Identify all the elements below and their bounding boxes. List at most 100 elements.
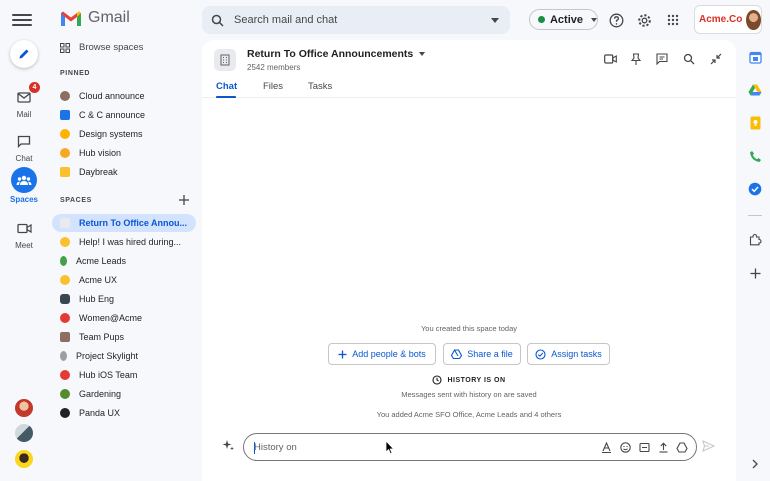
status-selector[interactable]: Active (529, 9, 598, 30)
space-emoji-icon (60, 167, 70, 177)
space-item[interactable]: Acme UX (52, 271, 196, 289)
rail-mail[interactable]: 4 Mail (0, 82, 48, 119)
mouse-pointer-icon (385, 440, 395, 455)
space-emoji-icon (60, 389, 70, 399)
space-item[interactable]: Women@Acme (52, 309, 196, 327)
search-in-space-icon[interactable] (682, 52, 696, 66)
spaces-people-icon (11, 167, 37, 193)
message-input[interactable] (254, 441, 600, 453)
space-emoji-icon (60, 351, 67, 361)
space-emoji-icon (60, 370, 70, 380)
keep-icon[interactable] (747, 115, 763, 131)
message-composer[interactable] (243, 433, 697, 461)
pinned-item[interactable]: Daybreak (52, 163, 196, 181)
rail-spaces[interactable]: Spaces (0, 167, 48, 204)
space-emoji-icon (60, 275, 70, 285)
rail-meet-label: Meet (15, 241, 33, 250)
space-emoji-icon (60, 294, 70, 304)
pinned-item[interactable]: C & C announce (52, 106, 196, 124)
contact-avatar-1[interactable] (15, 399, 33, 417)
contact-avatar-2[interactable] (15, 424, 33, 442)
space-item[interactable]: Help! I was hired during... (52, 233, 196, 251)
space-item[interactable]: Acme Leads (52, 252, 196, 270)
rail-meet[interactable]: Meet (0, 217, 48, 250)
browse-grid-icon (60, 42, 70, 53)
text-format-icon[interactable] (600, 441, 612, 453)
create-space-plus-icon[interactable] (178, 194, 190, 206)
status-dot (538, 16, 545, 23)
apps-grid-icon[interactable] (663, 10, 683, 30)
browse-spaces-label: Browse spaces (79, 42, 144, 53)
main-menu-icon[interactable] (12, 11, 32, 27)
chevron-down-icon (419, 52, 426, 57)
drive-icon[interactable] (747, 82, 763, 98)
share-file-button[interactable]: Share a file (443, 343, 521, 365)
expand-side-panel-chevron-icon[interactable] (747, 456, 763, 472)
pinned-item[interactable]: Cloud announce (52, 87, 196, 105)
ai-sparkle-icon[interactable] (222, 439, 235, 455)
drive-attach-icon[interactable] (676, 441, 688, 453)
drive-icon (451, 349, 463, 359)
help-icon[interactable] (606, 10, 626, 30)
space-item[interactable]: Hub iOS Team (52, 366, 196, 384)
emoji-icon[interactable] (619, 441, 631, 453)
mail-unread-badge: 4 (29, 82, 40, 93)
video-camera-icon (11, 217, 37, 239)
settings-gear-icon[interactable] (634, 10, 654, 30)
threads-icon[interactable] (655, 52, 669, 66)
task-check-icon (535, 348, 546, 360)
add-ons-puzzle-icon[interactable] (747, 231, 763, 247)
tasks-icon[interactable] (747, 181, 763, 197)
space-item[interactable]: Gardening (52, 385, 196, 403)
pinned-item[interactable]: Design systems (52, 125, 196, 143)
space-item-selected[interactable]: Return To Office Annou... (52, 214, 196, 232)
pin-icon[interactable] (629, 52, 643, 66)
search-icon[interactable] (202, 14, 232, 27)
pinned-header: PINNED (60, 70, 91, 77)
space-title[interactable]: Return To Office Announcements (247, 48, 426, 60)
space-item[interactable]: Team Pups (52, 328, 196, 346)
space-emoji-icon (60, 256, 67, 266)
search-options-icon[interactable] (491, 17, 499, 23)
account-switcher[interactable]: Acme.Co (694, 5, 762, 34)
tab-tasks[interactable]: Tasks (308, 81, 332, 92)
contact-avatar-3[interactable] (15, 450, 33, 468)
rail-mail-label: Mail (16, 110, 32, 119)
chat-icon (11, 130, 37, 152)
space-emoji-icon (60, 408, 70, 418)
gmail-logo[interactable]: Gmail (60, 9, 130, 27)
send-icon[interactable] (702, 439, 716, 455)
search-bar[interactable] (202, 6, 510, 34)
gif-icon[interactable] (638, 441, 650, 453)
account-avatar (746, 9, 761, 30)
video-call-icon[interactable] (603, 52, 617, 66)
assign-tasks-button[interactable]: Assign tasks (527, 343, 610, 365)
status-label: Active (549, 13, 583, 26)
tab-chat[interactable]: Chat (216, 81, 237, 92)
space-item[interactable]: Panda UX (52, 404, 196, 422)
calendar-icon[interactable] (747, 49, 763, 65)
add-people-bots-button[interactable]: Add people & bots (328, 343, 436, 365)
tab-files[interactable]: Files (263, 81, 283, 92)
voice-phone-icon[interactable] (747, 148, 763, 164)
space-item[interactable]: Hub Eng (52, 290, 196, 308)
history-status: HISTORY IS ON (202, 375, 736, 385)
member-count: 2542 members (247, 63, 301, 72)
compose-button[interactable] (10, 40, 38, 68)
spaces-sidebar: Browse spaces PINNED Cloud announce C & … (48, 40, 200, 481)
browse-spaces-link[interactable]: Browse spaces (60, 42, 143, 53)
get-add-ons-plus-icon[interactable] (747, 265, 763, 281)
search-input[interactable] (234, 14, 491, 26)
space-item[interactable]: Project Skylight (52, 347, 196, 365)
space-emoji-icon (60, 332, 70, 342)
rail-chat[interactable]: Chat (0, 130, 48, 163)
building-icon (60, 218, 70, 228)
upload-icon[interactable] (657, 441, 669, 453)
pinned-item[interactable]: Hub vision (52, 144, 196, 162)
mail-icon: 4 (11, 82, 40, 108)
megaphone-icon (60, 110, 70, 120)
exit-fullscreen-icon[interactable] (709, 52, 723, 66)
chevron-down-icon (591, 17, 597, 22)
gmail-m-icon (61, 11, 81, 26)
top-bar: Gmail Active Acme.Co (0, 0, 770, 40)
